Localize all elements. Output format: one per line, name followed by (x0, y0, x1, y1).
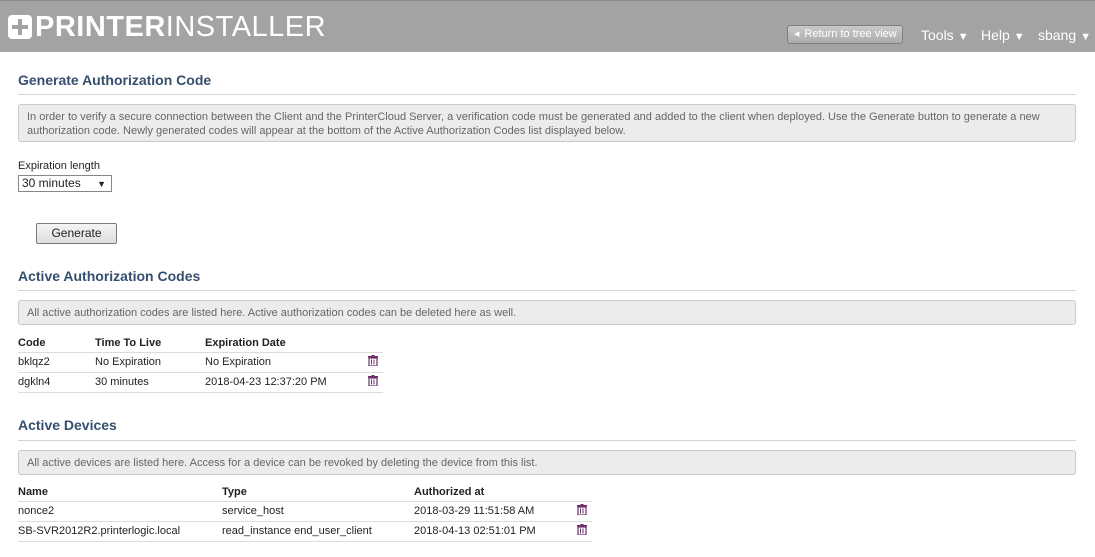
menu-tools[interactable]: Tools ▼ (921, 27, 969, 43)
device-name-cell: SB-SVR2012R2.printerlogic.local (18, 520, 222, 542)
table-row: nonce2 service_host 2018-03-29 11:51:58 … (18, 500, 592, 521)
caret-left-icon: ◀ (794, 31, 800, 38)
divider (18, 94, 1076, 95)
code-cell: bklqz2 (18, 351, 95, 372)
ttl-cell: 30 minutes (95, 371, 205, 393)
column-header-authorized-at: Authorized at (414, 485, 485, 498)
trash-icon[interactable] (368, 355, 378, 366)
app-logo[interactable]: PRINTERINSTALLER (8, 10, 326, 44)
generate-section-title: Generate Authorization Code (18, 72, 212, 88)
chevron-down-icon: ▼ (1080, 31, 1092, 43)
column-header-ttl: Time To Live (95, 336, 162, 349)
expiration-length-value: 30 minutes (22, 176, 81, 190)
table-row: dgkln4 30 minutes 2018-04-23 12:37:20 PM (18, 371, 383, 393)
column-header-name: Name (18, 485, 48, 498)
expiration-cell: 2018-04-23 12:37:20 PM (205, 371, 368, 393)
column-header-code: Code (18, 336, 46, 349)
menu-tools-label: Tools (921, 27, 954, 43)
menu-user-label: sbang (1038, 27, 1077, 43)
generate-info-box: In order to verify a secure connection b… (18, 104, 1076, 142)
device-type-cell: read_instance end_user_client (222, 520, 414, 542)
trash-icon[interactable] (577, 504, 587, 515)
table-header-row: Name Type Authorized at (18, 483, 592, 501)
column-header-expiration: Expiration Date (205, 336, 286, 349)
devices-section-title: Active Devices (18, 417, 117, 433)
trash-icon[interactable] (577, 524, 587, 535)
auth-codes-table: Code Time To Live Expiration Date bklqz2… (18, 334, 383, 393)
plus-cross-icon (8, 15, 32, 39)
divider (18, 290, 1076, 291)
expiration-cell: No Expiration (205, 351, 368, 372)
table-row: bklqz2 No Expiration No Expiration (18, 351, 383, 372)
menu-help[interactable]: Help ▼ (981, 27, 1025, 43)
codes-section-title: Active Authorization Codes (18, 268, 201, 284)
device-name-cell: nonce2 (18, 500, 222, 521)
chevron-down-icon: ▼ (1013, 31, 1025, 43)
generate-button[interactable]: Generate (36, 223, 117, 244)
logo-text: PRINTERINSTALLER (35, 11, 327, 43)
menu-help-label: Help (981, 27, 1010, 43)
expiration-length-label: Expiration length (18, 160, 100, 172)
authorized-at-cell: 2018-03-29 11:51:58 AM (414, 500, 577, 521)
expiration-length-select[interactable]: 30 minutes ▼ (18, 175, 112, 192)
code-cell: dgkln4 (18, 371, 95, 393)
table-header-row: Code Time To Live Expiration Date (18, 334, 383, 352)
chevron-down-icon: ▼ (97, 179, 106, 189)
column-header-type: Type (222, 485, 247, 498)
authorized-at-cell: 2018-04-13 02:51:01 PM (414, 520, 577, 542)
device-type-cell: service_host (222, 500, 414, 521)
codes-info-box: All active authorization codes are liste… (18, 300, 1076, 325)
chevron-down-icon: ▼ (957, 31, 969, 43)
ttl-cell: No Expiration (95, 351, 205, 372)
menu-user[interactable]: sbang ▼ (1038, 27, 1091, 43)
trash-icon[interactable] (368, 375, 378, 386)
return-label: Return to tree view (804, 28, 897, 40)
table-row: SB-SVR2012R2.printerlogic.local read_ins… (18, 520, 592, 542)
top-bar: PRINTERINSTALLER ◀ Return to tree view To… (0, 0, 1095, 52)
devices-info-box: All active devices are listed here. Acce… (18, 450, 1076, 475)
divider (18, 440, 1076, 441)
return-to-tree-view-button[interactable]: ◀ Return to tree view (787, 25, 903, 44)
active-devices-table: Name Type Authorized at nonce2 service_h… (18, 483, 592, 542)
